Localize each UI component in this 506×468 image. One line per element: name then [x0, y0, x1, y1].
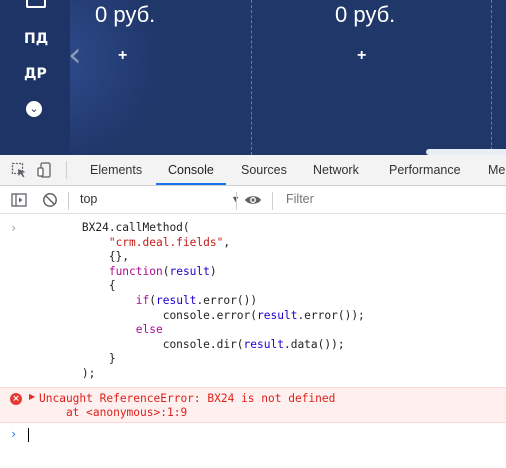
- console-toolbar: top ▼: [0, 186, 506, 214]
- error-message: Uncaught ReferenceError: BX24 is not def…: [39, 392, 336, 405]
- devtools-tab-bar: Elements Console Sources Network Perform…: [0, 155, 506, 186]
- left-rail: ПД ДР ⌄: [0, 0, 70, 155]
- console-error-message[interactable]: × ▶ Uncaught ReferenceError: BX24 is not…: [0, 387, 506, 423]
- chevron-left-icon: ‹: [68, 35, 82, 75]
- tab-console[interactable]: Console: [156, 155, 226, 185]
- rail-item-pd[interactable]: ПД: [24, 31, 48, 47]
- clear-console-icon[interactable]: [42, 192, 58, 208]
- add-deal-button[interactable]: +: [357, 47, 366, 65]
- chevron-down-icon[interactable]: ⌄: [26, 101, 42, 117]
- expand-triangle-icon[interactable]: ▶: [29, 392, 35, 401]
- context-label: top: [80, 192, 98, 206]
- console-prompt[interactable]: ›: [0, 423, 506, 468]
- column-sum: 0 руб.: [95, 2, 156, 27]
- text-cursor: [28, 428, 29, 442]
- error-icon: ×: [10, 393, 22, 405]
- tab-memory[interactable]: Me: [476, 155, 506, 185]
- prev-column-button[interactable]: ‹: [68, 38, 108, 78]
- executed-code: BX24.callMethod( "crm.deal.fields", {}, …: [81, 221, 365, 380]
- filter-input[interactable]: [280, 189, 506, 210]
- inspect-element-icon[interactable]: [11, 162, 27, 178]
- tab-network[interactable]: Network: [301, 155, 371, 185]
- tab-elements[interactable]: Elements: [78, 155, 154, 185]
- sidebar-toggle-icon[interactable]: [11, 192, 27, 208]
- console-input-entry: › BX24.callMethod( "crm.deal.fields", {}…: [0, 214, 506, 387]
- add-deal-button[interactable]: +: [118, 47, 127, 65]
- column-divider: [491, 0, 492, 155]
- input-prompt-chevron-icon: ›: [10, 221, 18, 235]
- tab-sources[interactable]: Sources: [229, 155, 299, 185]
- error-location[interactable]: at <anonymous>:1:9: [39, 406, 187, 419]
- context-selector[interactable]: top ▼: [74, 186, 244, 213]
- column-divider: [251, 0, 252, 155]
- column-sum: 0 руб.: [335, 2, 396, 27]
- device-toolbar-icon[interactable]: [37, 162, 53, 178]
- rail-item-dr[interactable]: ДР: [24, 66, 47, 82]
- live-expression-eye-icon[interactable]: [244, 192, 262, 208]
- inbox-icon[interactable]: [26, 0, 46, 8]
- tab-performance[interactable]: Performance: [377, 155, 473, 185]
- kanban-header-area: ПД ДР ⌄ ‹ 0 руб. + 0 руб. +: [0, 0, 506, 155]
- prompt-chevron-icon: ›: [10, 427, 18, 441]
